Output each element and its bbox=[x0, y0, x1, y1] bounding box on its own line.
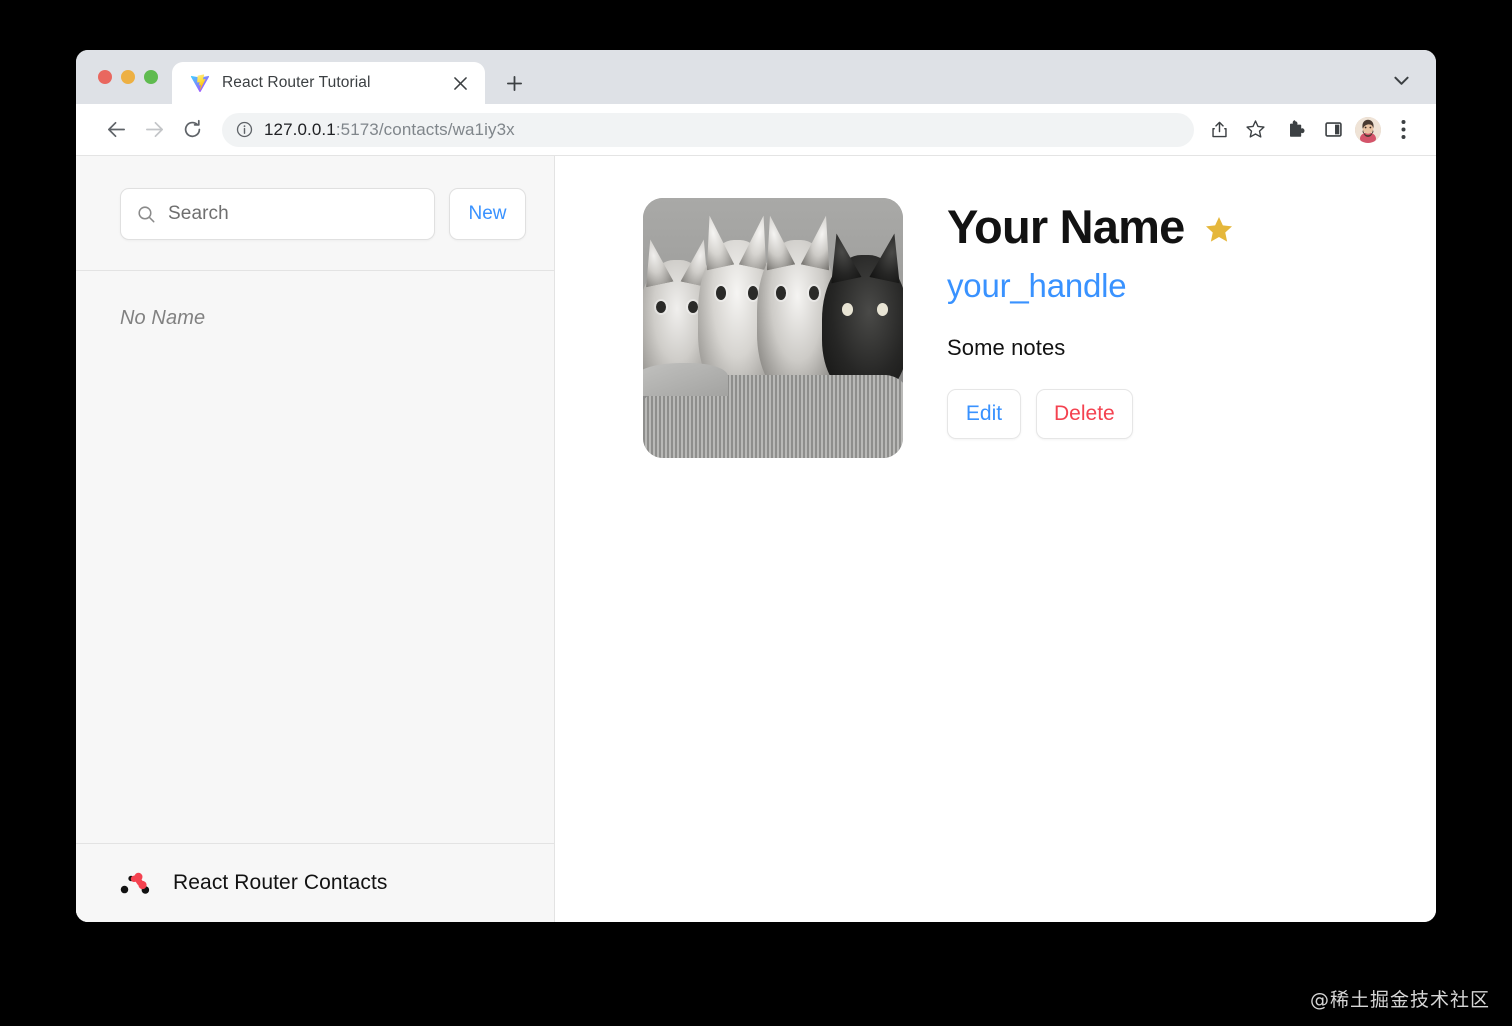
window-traffic-lights bbox=[76, 50, 172, 104]
eye-right bbox=[748, 286, 758, 300]
contact-info: Your Name your_handle Some notes Edit De… bbox=[947, 198, 1234, 922]
tab-title: React Router Tutorial bbox=[222, 74, 435, 92]
search-icon bbox=[137, 205, 156, 224]
eye-left bbox=[656, 301, 666, 313]
eye-left bbox=[776, 286, 786, 300]
tab-search-button[interactable] bbox=[1386, 66, 1416, 96]
search-input[interactable]: Search bbox=[120, 188, 435, 240]
new-tab-button[interactable] bbox=[497, 66, 531, 100]
edit-button[interactable]: Edit bbox=[947, 389, 1021, 439]
side-panel-icon bbox=[1324, 120, 1343, 139]
plus-icon bbox=[506, 75, 523, 92]
browser-tab[interactable]: React Router Tutorial bbox=[172, 62, 485, 104]
watermark: @稀土掘金技术社区 bbox=[1310, 985, 1490, 1012]
window-close-button[interactable] bbox=[98, 70, 112, 84]
close-glyph bbox=[454, 77, 467, 90]
info-circle-icon bbox=[236, 121, 253, 138]
contact-detail: Your Name your_handle Some notes Edit De… bbox=[555, 156, 1436, 922]
new-contact-button[interactable]: New bbox=[449, 188, 526, 240]
window-minimize-button[interactable] bbox=[121, 70, 135, 84]
contact-notes: Some notes bbox=[947, 335, 1234, 361]
page-content: Search New No Name React Router Contacts bbox=[76, 156, 1436, 922]
contact-list: No Name bbox=[76, 271, 554, 843]
more-menu-button[interactable] bbox=[1386, 113, 1420, 147]
bookmark-button[interactable] bbox=[1238, 113, 1272, 147]
arrow-left-icon bbox=[106, 119, 127, 140]
basket bbox=[643, 375, 903, 458]
chevron-down-icon bbox=[1394, 76, 1409, 86]
sidebar-footer: React Router Contacts bbox=[76, 843, 554, 922]
browser-toolbar: 127.0.0.1:5173/contacts/wa1iy3x bbox=[76, 104, 1436, 156]
vite-icon bbox=[190, 73, 210, 93]
reload-icon bbox=[182, 119, 203, 140]
extensions-puzzle-icon bbox=[1287, 120, 1307, 140]
kittens-image bbox=[643, 198, 903, 458]
eye-left bbox=[842, 303, 853, 316]
contact-handle-link[interactable]: your_handle bbox=[947, 267, 1234, 305]
close-icon[interactable] bbox=[447, 70, 473, 96]
forward-button[interactable] bbox=[136, 112, 172, 148]
reload-button[interactable] bbox=[174, 112, 210, 148]
bookmark-star-icon bbox=[1245, 119, 1266, 140]
back-button[interactable] bbox=[98, 112, 134, 148]
profile-avatar[interactable] bbox=[1355, 117, 1381, 143]
search-placeholder: Search bbox=[168, 203, 229, 225]
share-icon bbox=[1210, 120, 1229, 139]
app-title: React Router Contacts bbox=[173, 871, 388, 895]
browser-window: React Router Tutorial bbox=[76, 50, 1436, 922]
list-item[interactable]: No Name bbox=[76, 297, 554, 340]
extensions-button[interactable] bbox=[1280, 113, 1314, 147]
delete-button[interactable]: Delete bbox=[1036, 389, 1133, 439]
eye-right bbox=[688, 301, 698, 313]
sidebar-header: Search New bbox=[76, 156, 554, 271]
star-filled-icon[interactable] bbox=[1204, 215, 1234, 245]
react-router-logo bbox=[120, 870, 156, 896]
avatar-image bbox=[1355, 117, 1381, 143]
share-button[interactable] bbox=[1202, 113, 1236, 147]
url-host: 127.0.0.1 bbox=[264, 120, 336, 139]
contacts-sidebar: Search New No Name React Router Contacts bbox=[76, 156, 555, 922]
page-title: Your Name bbox=[947, 202, 1184, 251]
contact-avatar-photo bbox=[643, 198, 903, 458]
tab-strip: React Router Tutorial bbox=[76, 50, 1436, 104]
eye-right bbox=[877, 303, 888, 316]
eye-right bbox=[809, 286, 819, 300]
contact-actions: Edit Delete bbox=[947, 389, 1234, 439]
window-maximize-button[interactable] bbox=[144, 70, 158, 84]
address-bar[interactable]: 127.0.0.1:5173/contacts/wa1iy3x bbox=[222, 113, 1194, 147]
side-panel-button[interactable] bbox=[1316, 113, 1350, 147]
url-path: :5173/contacts/wa1iy3x bbox=[336, 120, 515, 139]
eye-left bbox=[716, 286, 726, 300]
url-text: 127.0.0.1:5173/contacts/wa1iy3x bbox=[264, 120, 515, 140]
contact-name-row: Your Name bbox=[947, 202, 1234, 251]
more-menu-icon bbox=[1401, 119, 1406, 140]
arrow-right-icon bbox=[144, 119, 165, 140]
